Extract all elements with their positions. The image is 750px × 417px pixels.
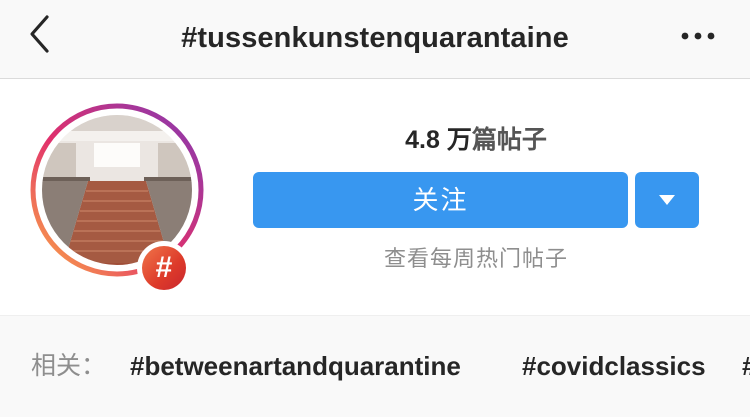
- related-tag[interactable]: #: [742, 349, 750, 383]
- post-count: 4.8 万篇帖子: [253, 123, 699, 157]
- related-hashtags-bar: 相关： #betweenartandquarantine #covidclass…: [0, 315, 750, 417]
- related-tag[interactable]: #betweenartandquarantine: [130, 349, 461, 383]
- hashtag-badge-icon: #: [142, 246, 186, 290]
- post-count-label: 篇帖子: [471, 126, 547, 154]
- hashtag-profile-section: # 4.8 万篇帖子 关注 查看每周热门帖子: [0, 79, 750, 315]
- hashtag-badge: #: [137, 241, 191, 295]
- caret-down-icon: [659, 195, 675, 205]
- follow-dropdown-button[interactable]: [635, 172, 699, 228]
- post-count-unit: 万: [446, 126, 472, 154]
- hashtag-page: #tussenkunstenquarantaine # 4.8 万篇帖子 关注 …: [0, 0, 750, 417]
- post-count-number: 4.8: [405, 126, 440, 154]
- more-options-button[interactable]: [676, 18, 720, 54]
- page-title: #tussenkunstenquarantaine: [181, 22, 569, 54]
- top-nav-bar: #tussenkunstenquarantaine: [0, 0, 750, 79]
- related-label: 相关：: [31, 352, 107, 380]
- more-horizontal-icon: [681, 32, 715, 40]
- related-tag[interactable]: #covidclassics: [522, 349, 706, 383]
- follow-button[interactable]: 关注: [253, 172, 628, 228]
- weekly-top-posts-link[interactable]: 查看每周热门帖子: [253, 244, 699, 274]
